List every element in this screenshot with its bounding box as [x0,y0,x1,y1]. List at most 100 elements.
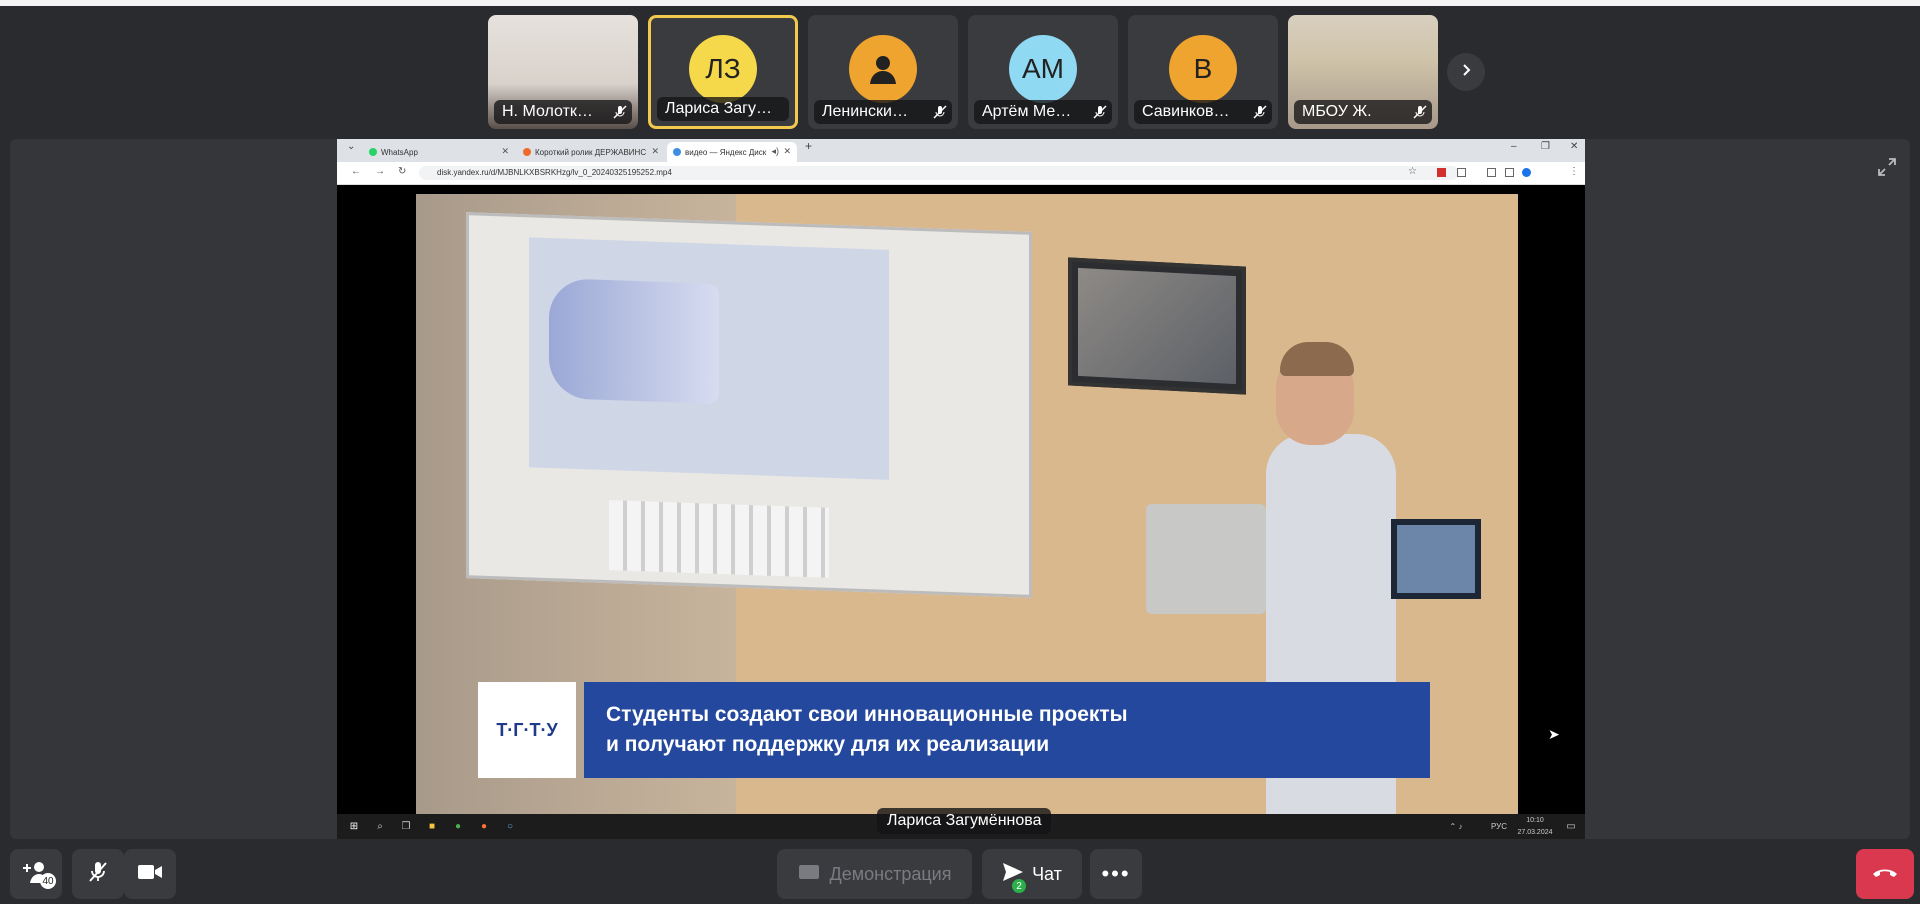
avatar: ЛЗ [689,35,757,103]
profile-icon[interactable] [1522,168,1531,177]
close-icon[interactable]: ✕ [501,146,509,157]
minimize-icon[interactable]: – [1511,141,1517,152]
microphone-button[interactable] [72,849,124,899]
address-bar: ← → ↻ disk.yandex.ru/d/MJBNLKXBSRKHzg/lv… [337,162,1585,185]
reload-icon[interactable]: ↻ [398,166,406,177]
caption-line-1: Студенты создают свои инновационные прое… [606,703,1128,726]
side-panel-icon[interactable] [1505,168,1514,177]
browser-tab-title: Короткий ролик ДЕРЖАВИНС [535,147,647,157]
participant-name: МБОУ Ж. [1302,103,1372,120]
new-tab-button[interactable]: + [805,139,812,153]
bookmark-star-icon[interactable]: ☆ [1408,166,1417,177]
lathe-part-model [549,278,719,404]
hang-up-button[interactable] [1856,849,1914,899]
menu-icon[interactable]: ⋮ [1569,166,1579,177]
cnc-control-panel [1146,504,1266,614]
extensions-icon[interactable] [1457,168,1466,177]
participant-count-badge: 40 [40,873,56,889]
participant-strip: Н. Молотк… ЛЗ Лариса Загу… Ленински… АМ … [488,15,1438,129]
participant-name: Савинков… [1142,103,1230,120]
participant-name-bar: МБОУ Ж. [1294,100,1432,124]
participant-tile[interactable]: Ленински… [808,15,958,129]
desk-monitor [1391,519,1481,599]
chevron-right-icon [1459,63,1473,82]
whatsapp-icon [369,148,377,156]
participant-tile[interactable]: АМ Артём Ме… [968,15,1118,129]
call-controls: 40 Демонстрация Чат 2 ••• [0,849,1920,904]
tray-icons[interactable]: ⌃ ♪ [1447,818,1465,834]
video-frame: Т·Г·Т·У Студенты создают свои инновацион… [416,194,1518,814]
next-participants-button[interactable] [1447,53,1485,91]
browser-tab[interactable]: WhatsApp ✕ [363,142,515,162]
screen-share: ⌄ WhatsApp ✕ Короткий ролик ДЕРЖАВИНС ✕ … [337,139,1585,839]
chat-button[interactable]: Чат 2 [982,849,1082,899]
url-field[interactable]: disk.yandex.ru/d/MJBNLKXBSRKHzg/lv_0_202… [419,166,1459,180]
participant-tile[interactable]: Н. Молотк… [488,15,638,129]
screen-share-icon [798,864,820,885]
clock-date: 27.03.2024 [1517,828,1553,836]
file-explorer-icon[interactable]: ■ [423,818,441,834]
restore-icon[interactable]: ❐ [1541,141,1550,152]
browser-tab-title: WhatsApp [381,147,418,157]
camera-button[interactable] [124,849,176,899]
mic-off-icon [87,860,109,889]
caption-box: Студенты создают свои инновационные прое… [584,682,1430,778]
browser-tab-active[interactable]: видео — Яндекс Диск ◂) ✕ [667,142,797,162]
participant-tile-active[interactable]: ЛЗ Лариса Загу… [648,15,798,129]
browser-tab-title: видео — Яндекс Диск [685,147,767,157]
invite-button[interactable]: 40 [10,849,62,899]
tab-search-icon[interactable]: ⌄ [347,141,355,152]
forward-icon[interactable]: → [375,166,385,177]
firefox-icon[interactable]: ● [475,818,493,834]
close-window-icon[interactable]: ✕ [1570,141,1578,152]
avatar: В [1169,35,1237,103]
browser-tab-strip: ⌄ WhatsApp ✕ Короткий ролик ДЕРЖАВИНС ✕ … [337,139,1585,162]
chat-unread-badge: 2 [1012,879,1026,893]
mic-off-icon [1088,102,1112,122]
more-button[interactable]: ••• [1090,849,1142,899]
mic-off-icon [1408,102,1432,122]
person-icon [849,35,917,103]
participant-name: Н. Молотк… [502,103,593,120]
participant-name-bar: Ленински… [814,100,952,124]
camera-icon [137,863,163,886]
avatar: АМ [1009,35,1077,103]
screen-share-button[interactable]: Демонстрация [777,849,972,899]
search-icon[interactable]: ⌕ [371,818,389,834]
fullscreen-button[interactable] [1870,152,1904,186]
mic-off-icon [608,102,632,122]
close-icon[interactable]: ✕ [783,146,791,157]
participant-name-bar: Лариса Загу… [657,97,789,121]
participant-name-bar: Артём Ме… [974,100,1112,124]
chrome-icon[interactable]: ● [449,818,467,834]
task-view-icon[interactable]: ❐ [397,818,415,834]
caption-line-2: и получают поддержку для их реализации [606,733,1050,756]
speaker-name-label: Лариса Загумённова [877,808,1052,834]
mouse-cursor-icon: ➤ [1548,726,1560,742]
pdf-extension-icon[interactable] [1437,168,1446,177]
cnc-keypad [609,500,829,578]
mic-off-icon [1248,102,1272,122]
participant-name: Лариса Загу… [665,100,772,117]
speaker-icon[interactable]: ◂) [771,146,779,157]
interactive-whiteboard [466,212,1032,598]
participant-tile[interactable]: В Савинков… [1128,15,1278,129]
media-icon[interactable] [1487,168,1496,177]
notification-icon[interactable]: ▭ [1562,818,1580,834]
yandex-disk-icon [673,148,681,156]
app-icon[interactable]: ○ [501,818,519,834]
windows-start-icon[interactable]: ⊞ [345,818,363,834]
browser-tab[interactable]: Короткий ролик ДЕРЖАВИНС ✕ [517,142,665,162]
clock-time: 10:10 [1526,816,1544,824]
student-hair [1280,342,1354,376]
participant-name-bar: Савинков… [1134,100,1272,124]
site-icon [523,148,531,156]
back-icon[interactable]: ← [351,166,361,177]
expand-icon [1877,157,1897,182]
close-icon[interactable]: ✕ [651,146,659,157]
participant-tile[interactable]: МБОУ Ж. [1288,15,1438,129]
phone-hangup-icon [1871,865,1899,884]
screen-share-label: Демонстрация [829,863,952,884]
mic-off-icon [928,102,952,122]
keyboard-language[interactable]: РУС [1487,818,1511,834]
